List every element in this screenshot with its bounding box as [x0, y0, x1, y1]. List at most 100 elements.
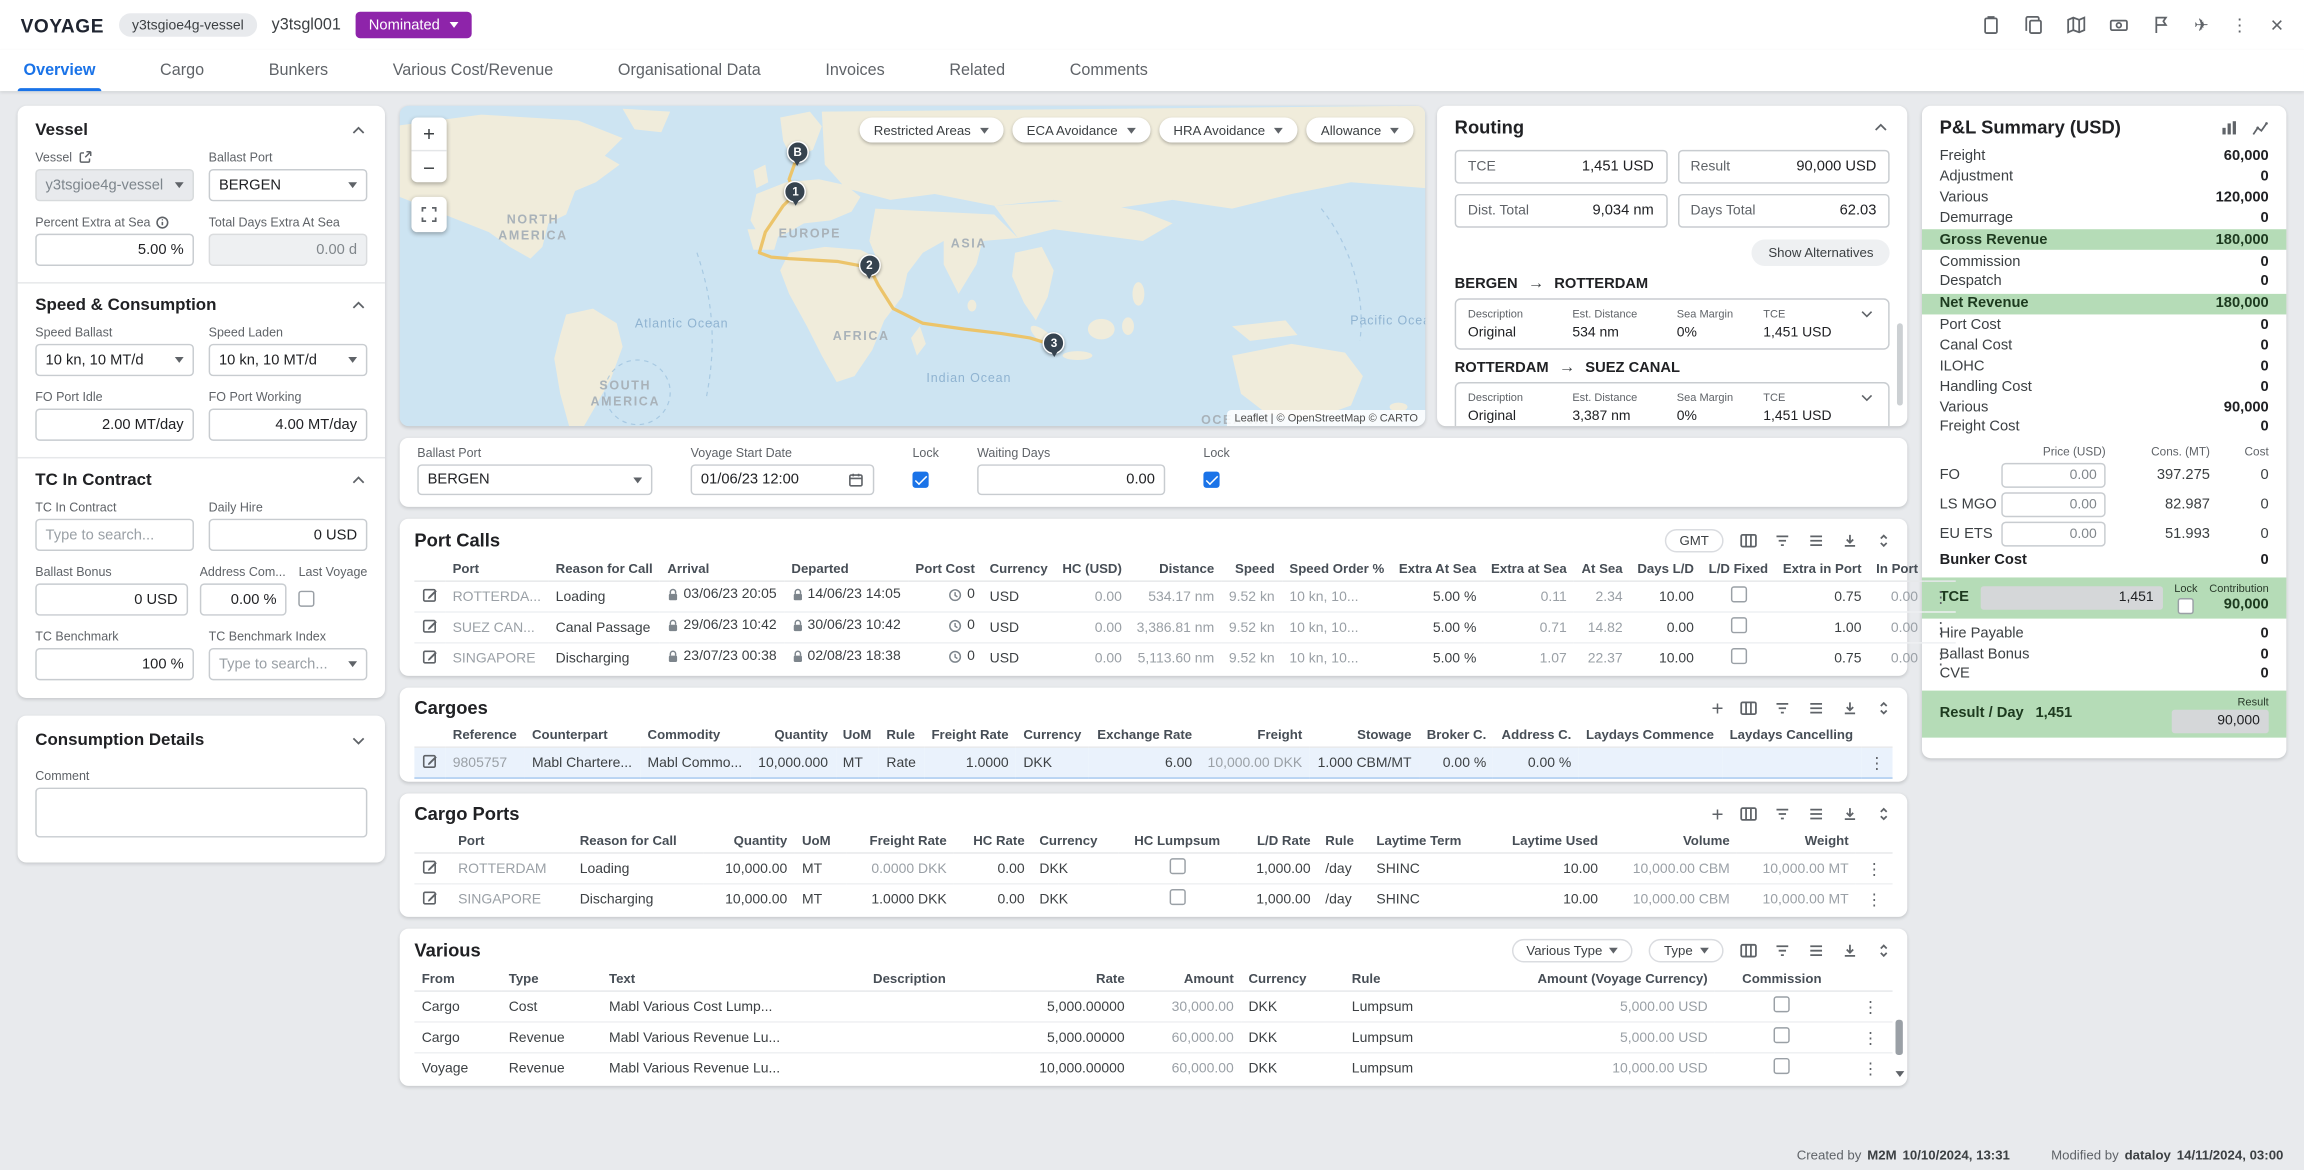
plane-icon[interactable]: ✈: [2194, 16, 2209, 34]
edit-icon[interactable]: [422, 617, 438, 633]
ballast-port-select[interactable]: BERGEN: [209, 169, 368, 201]
menu-icon[interactable]: [1807, 805, 1825, 823]
tab-organisational-data[interactable]: Organisational Data: [618, 50, 761, 91]
routing-scrollbar[interactable]: [1897, 323, 1903, 405]
routing-tce-field[interactable]: TCE1,451 USD: [1455, 150, 1667, 184]
tc-contract-search-input[interactable]: [35, 519, 194, 551]
zoom-out-button[interactable]: −: [411, 150, 446, 182]
columns-icon[interactable]: [1740, 942, 1758, 960]
port-call-row[interactable]: ROTTERDA... Loading 03/06/23 20:05 14/06…: [414, 581, 1956, 612]
row-overflow-icon[interactable]: ⋮: [1933, 588, 1949, 606]
vessel-select[interactable]: y3tsgioe4g-vessel: [35, 169, 194, 201]
unfold-icon[interactable]: [1875, 532, 1893, 550]
routing-distance-field[interactable]: Dist. Total9,034 nm: [1455, 194, 1667, 228]
tce-lock-checkbox[interactable]: [2178, 597, 2194, 613]
tc-benchmark-input[interactable]: [35, 648, 194, 680]
chevron-up-icon[interactable]: [350, 472, 368, 490]
ballast-bonus-input[interactable]: [35, 583, 188, 615]
speed-laden-select[interactable]: 10 kn, 10 MT/d: [209, 344, 368, 376]
speed-ballast-select[interactable]: 10 kn, 10 MT/d: [35, 344, 194, 376]
unfold-icon[interactable]: [1875, 805, 1893, 823]
port-call-row[interactable]: SUEZ CAN... Canal Passage 29/06/23 10:42…: [414, 612, 1956, 643]
waiting-days-input[interactable]: [977, 464, 1165, 495]
map-marker-rotterdam[interactable]: 1: [785, 181, 807, 203]
hc-lumpsum-checkbox[interactable]: [1169, 858, 1185, 874]
lock-start-date-checkbox[interactable]: [912, 472, 928, 488]
add-cargo-icon[interactable]: +: [1712, 698, 1724, 719]
routing-days-field[interactable]: Days Total62.03: [1677, 194, 1889, 228]
cargo-row[interactable]: 9805757 Mabl Chartere... Mabl Commo... 1…: [414, 747, 1892, 778]
edit-icon[interactable]: [422, 858, 438, 874]
routing-leg-1[interactable]: Description Est. Distance Sea Margin TCE…: [1455, 298, 1890, 349]
ld-fixed-checkbox[interactable]: [1730, 617, 1746, 633]
cargo-port-row[interactable]: ROTTERDAM Loading 10,000.00 MT 0.0000 DK…: [414, 853, 1892, 884]
tab-cargo[interactable]: Cargo: [160, 50, 204, 91]
menu-icon[interactable]: [1807, 699, 1825, 717]
type-filter[interactable]: Type: [1649, 939, 1723, 963]
close-icon[interactable]: ×: [2271, 14, 2284, 36]
edit-icon[interactable]: [422, 648, 438, 664]
row-overflow-icon[interactable]: ⋮: [1869, 755, 1885, 773]
info-icon[interactable]: [156, 215, 169, 228]
show-alternatives-button[interactable]: Show Alternatives: [1752, 240, 1889, 266]
menu-icon[interactable]: [1807, 942, 1825, 960]
ls-mgo-price-input[interactable]: 0.00: [2001, 492, 2105, 517]
download-icon[interactable]: [1841, 699, 1859, 717]
commission-checkbox[interactable]: [1774, 1027, 1790, 1043]
hc-lumpsum-checkbox[interactable]: [1169, 889, 1185, 905]
various-scrollbar[interactable]: [1896, 993, 1903, 1074]
tce-value-box[interactable]: 1,451: [1981, 586, 2163, 610]
tab-bunkers[interactable]: Bunkers: [269, 50, 328, 91]
ld-fixed-checkbox[interactable]: [1730, 586, 1746, 602]
row-overflow-icon[interactable]: ⋮: [1863, 1029, 1879, 1047]
vessel-chip[interactable]: y3tsgioe4g-vessel: [119, 13, 257, 37]
row-overflow-icon[interactable]: ⋮: [1866, 891, 1882, 909]
columns-icon[interactable]: [1740, 699, 1758, 717]
unfold-icon[interactable]: [1875, 942, 1893, 960]
external-link-icon[interactable]: [78, 150, 93, 165]
fo-port-working-input[interactable]: [209, 408, 368, 440]
menu-icon[interactable]: [1807, 532, 1825, 550]
various-row[interactable]: Cargo Cost Mabl Various Cost Lump... 5,0…: [414, 991, 1892, 1022]
ballast-port-select[interactable]: BERGEN: [417, 464, 652, 495]
voyage-start-date-input[interactable]: 01/06/23 12:00: [691, 464, 875, 495]
download-icon[interactable]: [1841, 942, 1859, 960]
tab-invoices[interactable]: Invoices: [825, 50, 884, 91]
unfold-icon[interactable]: [1875, 699, 1893, 717]
routing-result-field[interactable]: Result90,000 USD: [1677, 150, 1889, 184]
various-row[interactable]: Voyage Revenue Mabl Various Revenue Lu..…: [414, 1053, 1892, 1083]
daily-hire-input[interactable]: [209, 519, 368, 551]
chevron-down-icon[interactable]: [1859, 389, 1875, 405]
filter-icon[interactable]: [1774, 699, 1792, 717]
eca-avoidance-toggle[interactable]: ECA Avoidance: [1012, 118, 1150, 143]
ld-fixed-checkbox[interactable]: [1730, 648, 1746, 664]
last-voyage-checkbox[interactable]: [299, 591, 315, 607]
clipboard-icon[interactable]: [1981, 15, 2002, 36]
chevron-down-icon[interactable]: [350, 732, 368, 750]
history-icon[interactable]: [948, 649, 963, 664]
payments-icon[interactable]: [2109, 15, 2130, 36]
filter-icon[interactable]: [1774, 942, 1792, 960]
gmt-toggle[interactable]: GMT: [1665, 529, 1724, 553]
edit-icon[interactable]: [422, 752, 438, 768]
percent-extra-input[interactable]: [35, 234, 194, 266]
comment-input[interactable]: [35, 788, 367, 838]
row-overflow-icon[interactable]: ⋮: [1933, 650, 1949, 668]
tab-various-cost-revenue[interactable]: Various Cost/Revenue: [393, 50, 554, 91]
cargo-port-row[interactable]: SINGAPORE Discharging 10,000.00 MT 1.000…: [414, 884, 1892, 914]
lock-waiting-days-checkbox[interactable]: [1203, 472, 1219, 488]
allowance-toggle[interactable]: Allowance: [1306, 118, 1413, 143]
commission-checkbox[interactable]: [1774, 996, 1790, 1012]
columns-icon[interactable]: [1740, 805, 1758, 823]
download-icon[interactable]: [1841, 805, 1859, 823]
fullscreen-button[interactable]: [411, 197, 446, 232]
add-cargo-port-icon[interactable]: +: [1712, 804, 1724, 825]
various-type-filter[interactable]: Various Type: [1512, 939, 1634, 963]
various-row[interactable]: Cargo Revenue Mabl Various Revenue Lu...…: [414, 1022, 1892, 1053]
eu-ets-price-input[interactable]: 0.00: [2001, 521, 2105, 546]
tab-comments[interactable]: Comments: [1070, 50, 1148, 91]
copy-icon[interactable]: [2024, 15, 2045, 36]
map-icon[interactable]: [2066, 15, 2087, 36]
row-overflow-icon[interactable]: ⋮: [1863, 1060, 1879, 1078]
trend-chart-icon[interactable]: [2251, 119, 2269, 137]
